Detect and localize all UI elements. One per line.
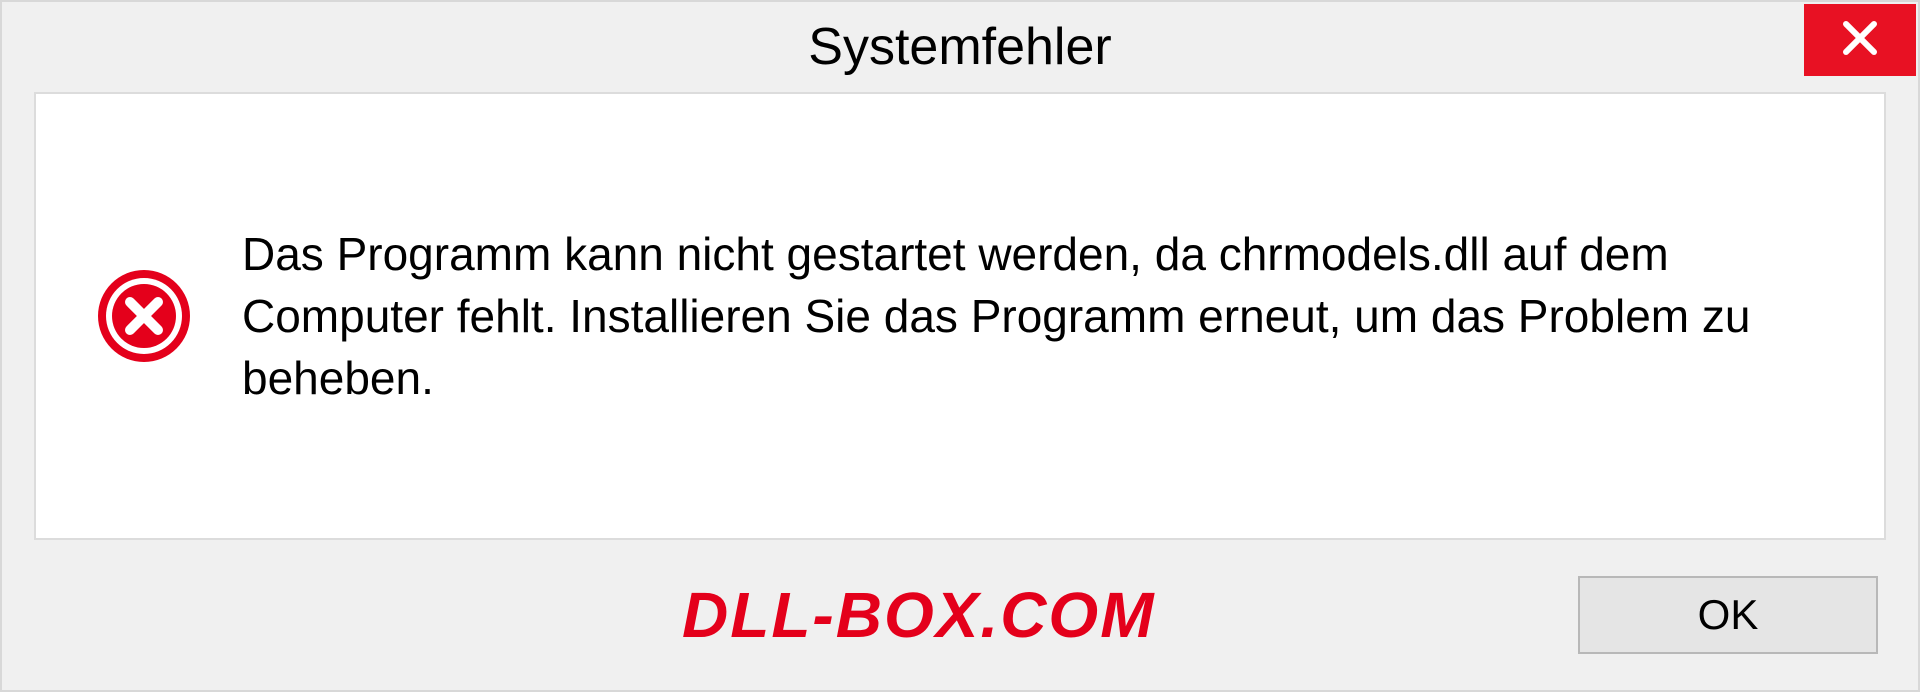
close-button[interactable] xyxy=(1804,4,1916,76)
watermark-text: DLL-BOX.COM xyxy=(682,578,1156,652)
error-dialog: Systemfehler Das Programm kann nicht ges… xyxy=(0,0,1920,692)
dialog-footer: DLL-BOX.COM OK xyxy=(2,540,1918,690)
error-message: Das Programm kann nicht gestartet werden… xyxy=(242,223,1824,409)
content-area: Das Programm kann nicht gestartet werden… xyxy=(34,92,1886,540)
error-icon xyxy=(96,268,192,364)
ok-button[interactable]: OK xyxy=(1578,576,1878,654)
close-icon xyxy=(1840,18,1880,63)
titlebar: Systemfehler xyxy=(2,2,1918,92)
dialog-title: Systemfehler xyxy=(808,17,1111,77)
